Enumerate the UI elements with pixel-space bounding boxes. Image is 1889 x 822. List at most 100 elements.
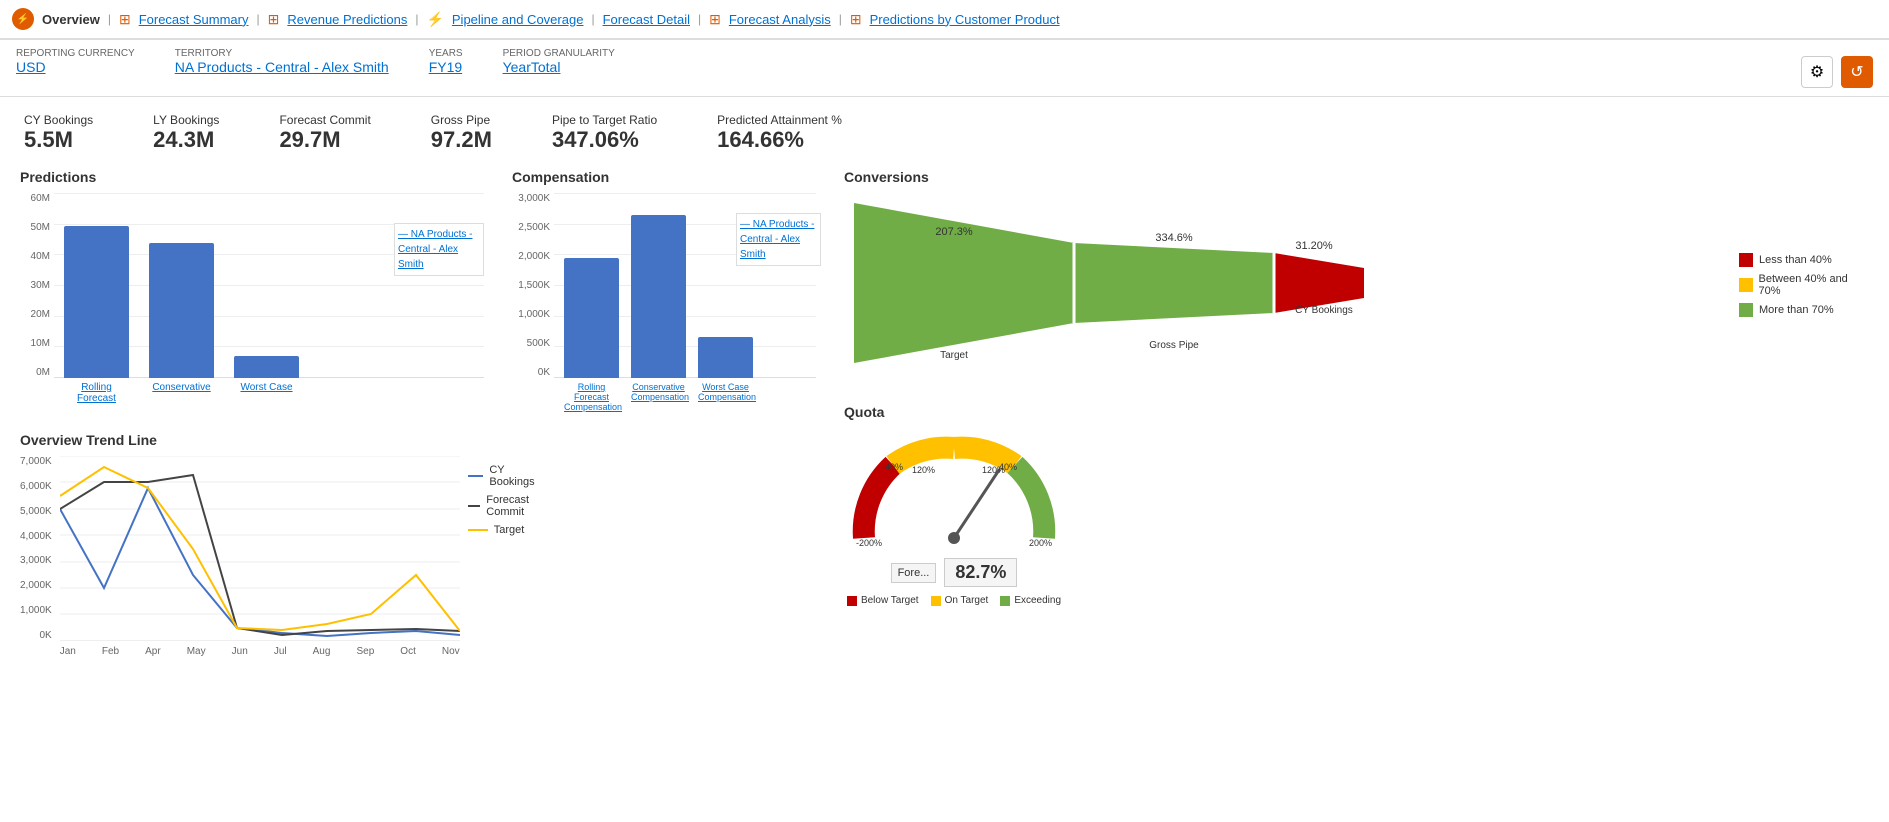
nav-icon-predictions: ⊞ xyxy=(850,11,862,28)
x-label-conservative: Conservative xyxy=(149,382,214,404)
nav-sep-3: | xyxy=(415,12,418,26)
period-filter: Period Granularity YearTotal xyxy=(503,48,615,75)
kpi-ly-bookings-label: LY Bookings xyxy=(153,113,219,127)
comp-y-axis: 3,000K 2,500K 2,000K 1,500K 1,000K 500K … xyxy=(512,193,550,378)
nav-item-predictions-customer[interactable]: Predictions by Customer Product xyxy=(870,12,1060,27)
kpi-forecast-commit-value: 29.7M xyxy=(279,127,370,153)
years-filter: Years FY19 xyxy=(429,48,463,75)
trend-y-axis: 7,000K 6,000K 5,000K 4,000K 3,000K 2,000… xyxy=(20,456,52,641)
bar-rolling[interactable] xyxy=(64,226,129,378)
comp-bar-rolling[interactable] xyxy=(564,258,619,378)
conversions-chart: Conversions 207.3% xyxy=(836,161,1877,384)
kpi-pipe-target-label: Pipe to Target Ratio xyxy=(552,113,657,127)
right-column: Conversions 207.3% xyxy=(836,161,1877,665)
svg-text:-40%: -40% xyxy=(882,462,903,472)
nav-sep-5: | xyxy=(698,12,701,26)
conversions-title: Conversions xyxy=(844,169,1869,185)
kpi-predicted-attainment: Predicted Attainment % 164.66% xyxy=(717,113,842,153)
left-column: Predictions 60M 50M 40M 30M 20M 10M 0M xyxy=(12,161,492,665)
predictions-series-legend: — NA Products - Central - Alex Smith xyxy=(394,223,484,276)
conversions-legend: Less than 40% Between 40% and 70% More t… xyxy=(1739,253,1869,317)
svg-text:Target: Target xyxy=(940,350,968,361)
svg-text:120%: 120% xyxy=(912,465,935,475)
kpi-ly-bookings: LY Bookings 24.3M xyxy=(153,113,219,153)
charts-area: Predictions 60M 50M 40M 30M 20M 10M 0M xyxy=(0,161,1889,681)
svg-text:200%: 200% xyxy=(1029,538,1052,548)
bar-conservative[interactable] xyxy=(149,243,214,378)
nav-item-revenue[interactable]: Revenue Predictions xyxy=(287,12,407,27)
kpi-predicted-attainment-label: Predicted Attainment % xyxy=(717,113,842,127)
svg-text:207.3%: 207.3% xyxy=(935,226,973,238)
nav-icon-revenue: ⊞ xyxy=(268,11,280,28)
target-line xyxy=(60,467,460,631)
period-label: Period Granularity xyxy=(503,48,615,59)
period-value[interactable]: YearTotal xyxy=(503,59,615,75)
svg-text:Gross Pipe: Gross Pipe xyxy=(1149,340,1199,351)
currency-value[interactable]: USD xyxy=(16,59,135,75)
settings-button[interactable]: ⚙ xyxy=(1801,56,1833,88)
nav-sep-2: | xyxy=(257,12,260,26)
middle-column: Compensation 3,000K 2,500K 2,000K 1,500K… xyxy=(504,161,824,665)
currency-label: Reporting Currency xyxy=(16,48,135,59)
legend-less40: Less than 40% xyxy=(1739,253,1869,267)
forecast-commit-line xyxy=(60,475,460,635)
trend-title: Overview Trend Line xyxy=(20,432,484,448)
svg-text:-200%: -200% xyxy=(856,538,882,548)
predictions-chart: Predictions 60M 50M 40M 30M 20M 10M 0M xyxy=(12,161,492,412)
territory-label: Territory xyxy=(175,48,389,59)
kpi-gross-pipe: Gross Pipe 97.2M xyxy=(431,113,492,153)
nav-sep-1: | xyxy=(108,12,111,26)
bar-worst-case[interactable] xyxy=(234,356,299,378)
kpi-pipe-target: Pipe to Target Ratio 347.06% xyxy=(552,113,657,153)
compensation-chart: Compensation 3,000K 2,500K 2,000K 1,500K… xyxy=(504,161,824,420)
nav-item-forecast-summary[interactable]: Forecast Summary xyxy=(139,12,249,27)
comp-series-legend: — NA Products - Central - Alex Smith xyxy=(736,213,821,266)
filter-actions: ⚙ ↺ xyxy=(1801,56,1873,88)
kpi-predicted-attainment-value: 164.66% xyxy=(717,127,842,153)
kpi-forecast-commit: Forecast Commit 29.7M xyxy=(279,113,370,153)
nav-item-pipeline[interactable]: Pipeline and Coverage xyxy=(452,12,584,27)
nav-item-overview[interactable]: Overview xyxy=(42,12,100,27)
compensation-title: Compensation xyxy=(512,169,816,185)
comp-bar-conservative[interactable] xyxy=(631,215,686,378)
filters-bar: Reporting Currency USD Territory NA Prod… xyxy=(0,40,1889,97)
kpi-pipe-target-value: 347.06% xyxy=(552,127,657,153)
svg-text:334.6%: 334.6% xyxy=(1155,232,1193,244)
svg-text:120%: 120% xyxy=(982,465,1005,475)
top-nav: ⚡ Overview | ⊞ Forecast Summary | ⊞ Reve… xyxy=(0,0,1889,40)
trend-chart: Overview Trend Line 7,000K 6,000K 5,000K… xyxy=(12,424,492,665)
x-label-rolling: Rolling Forecast xyxy=(64,382,129,404)
predictions-title: Predictions xyxy=(20,169,484,185)
gauge-legend: Below Target On Target Exceeding xyxy=(847,595,1061,606)
gauge-value: 82.7% xyxy=(944,558,1017,587)
territory-value[interactable]: NA Products - Central - Alex Smith xyxy=(175,59,389,75)
nav-item-forecast-detail[interactable]: Forecast Detail xyxy=(603,12,690,27)
kpi-gross-pipe-label: Gross Pipe xyxy=(431,113,492,127)
kpi-gross-pipe-value: 97.2M xyxy=(431,127,492,153)
comp-bar-worst[interactable] xyxy=(698,337,753,378)
years-label: Years xyxy=(429,48,463,59)
years-value[interactable]: FY19 xyxy=(429,59,463,75)
nav-sep-4: | xyxy=(591,12,594,26)
nav-logo: ⚡ xyxy=(12,8,34,30)
refresh-button[interactable]: ↺ xyxy=(1841,56,1873,88)
gauge-svg: -200% -40% 40% 200% 120% 120% xyxy=(844,428,1064,568)
svg-text:CY Bookings: CY Bookings xyxy=(1295,305,1353,316)
kpi-ly-bookings-value: 24.3M xyxy=(153,127,219,153)
gauge-label: Fore... xyxy=(891,563,937,583)
nav-sep-6: | xyxy=(839,12,842,26)
quota-chart: Quota xyxy=(836,396,1877,614)
kpi-cy-bookings-label: CY Bookings xyxy=(24,113,93,127)
quota-title: Quota xyxy=(844,404,1869,420)
territory-filter: Territory NA Products - Central - Alex S… xyxy=(175,48,389,75)
nav-icon-analysis: ⊞ xyxy=(709,11,721,28)
trend-svg xyxy=(60,456,460,641)
kpi-forecast-commit-label: Forecast Commit xyxy=(279,113,370,127)
nav-icon-forecast-summary: ⊞ xyxy=(119,11,131,28)
nav-item-forecast-analysis[interactable]: Forecast Analysis xyxy=(729,12,831,27)
nav-icon-pipeline: ⚡ xyxy=(426,11,443,28)
kpi-cy-bookings-value: 5.5M xyxy=(24,127,93,153)
funnel-svg: 207.3% 334.6% 31.20% Target Gross Pipe C… xyxy=(844,193,1364,373)
legend-between: Between 40% and 70% xyxy=(1739,273,1869,297)
kpi-row: CY Bookings 5.5M LY Bookings 24.3M Forec… xyxy=(0,97,1889,161)
